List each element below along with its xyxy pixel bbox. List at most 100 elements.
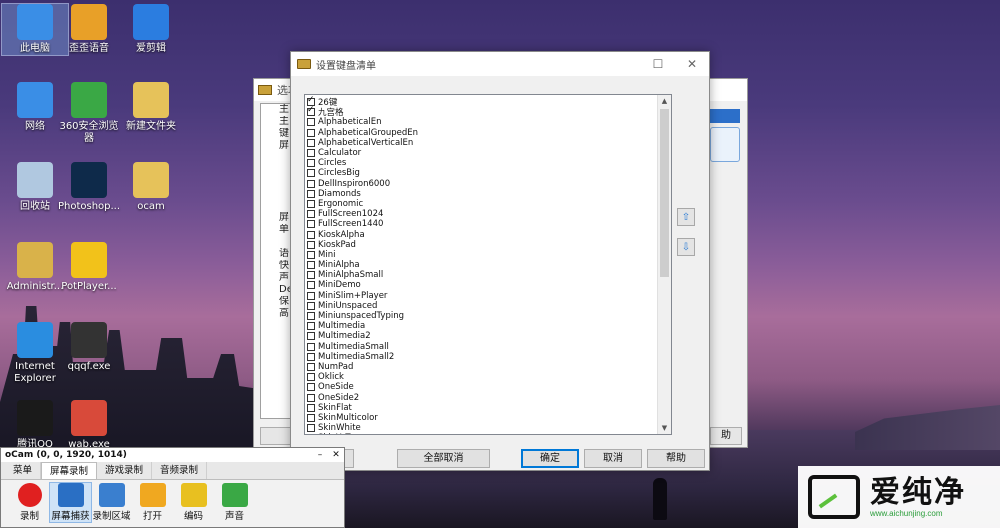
keyboard-list-item[interactable]: MiniunspacedTyping	[305, 311, 657, 321]
keyboard-list-item[interactable]: MiniSlim+Player	[305, 291, 657, 301]
checkbox[interactable]	[307, 393, 315, 402]
keyboard-list-item[interactable]: AlphabeticalVerticalEn	[305, 138, 657, 148]
move-down-button[interactable]: ⇩	[677, 238, 695, 256]
desktop-icon[interactable]: Photoshop...	[56, 162, 122, 213]
keyboard-list-item[interactable]: MultimediaSmall2	[305, 352, 657, 362]
keyboard-list-item[interactable]: MiniAlphaSmall	[305, 270, 657, 280]
keyboard-list-item[interactable]: OneSide2	[305, 392, 657, 403]
scroll-thumb[interactable]	[660, 109, 669, 277]
keyboard-list-item[interactable]: Multimedia	[305, 321, 657, 331]
move-up-button[interactable]: ⇧	[677, 208, 695, 226]
checkbox[interactable]	[307, 128, 315, 137]
checkbox[interactable]	[307, 230, 315, 239]
keyboard-list-item[interactable]: KioskAlpha	[305, 229, 657, 240]
ocam-tool-button[interactable]: 屏幕捕获	[49, 482, 92, 523]
checkbox[interactable]	[307, 199, 315, 208]
checkbox[interactable]	[307, 149, 315, 158]
keyboard-list-item[interactable]: CirclesBig	[305, 168, 657, 178]
checkbox[interactable]	[307, 342, 315, 351]
keyboard-list-item[interactable]: SkinYoTo	[305, 433, 657, 435]
keyboard-list-item[interactable]: DellInspiron6000	[305, 179, 657, 189]
listbox-scrollbar[interactable]: ▲ ▼	[657, 95, 671, 434]
checkbox[interactable]	[307, 250, 315, 259]
checkbox[interactable]	[307, 105, 315, 117]
keyboard-list-item[interactable]: Mini	[305, 250, 657, 260]
keyboard-list-item[interactable]: MiniDemo	[305, 280, 657, 290]
options-help-button[interactable]: 助	[710, 427, 742, 445]
checkbox[interactable]	[307, 261, 315, 270]
keyboard-listbox[interactable]: 26键九宫格AlphabeticalEnAlphabeticalGroupedE…	[304, 94, 672, 435]
checkbox[interactable]	[307, 189, 315, 198]
checkbox[interactable]	[307, 159, 315, 168]
keyboard-list-item[interactable]: AlphabeticalEn	[305, 117, 657, 127]
scroll-up-icon[interactable]: ▲	[658, 95, 671, 107]
options-right-panel[interactable]	[710, 127, 740, 162]
checkbox[interactable]	[307, 271, 315, 280]
keyboard-list-item[interactable]: KioskPad	[305, 240, 657, 250]
maximize-button[interactable]: ☐	[641, 57, 675, 71]
checkbox[interactable]	[307, 240, 315, 249]
checkbox[interactable]	[307, 169, 315, 178]
keyboard-list-item[interactable]: FullScreen1440	[305, 219, 657, 229]
checkbox[interactable]	[307, 301, 315, 310]
ocam-tool-button[interactable]: 编码	[173, 483, 214, 522]
keyboard-list-item[interactable]: SkinWhite	[305, 423, 657, 433]
keyboard-list-item[interactable]: Oklick	[305, 372, 657, 382]
keyboard-list-item[interactable]: Ergonomic	[305, 199, 657, 209]
keyboard-list-item[interactable]: 九宫格	[305, 105, 657, 118]
checkbox[interactable]	[307, 220, 315, 229]
ocam-tool-button[interactable]: 打开	[132, 483, 173, 522]
ocam-tool-button[interactable]: 录制	[9, 483, 50, 522]
ocam-tab[interactable]: 屏幕录制	[41, 462, 98, 479]
checkbox[interactable]	[307, 434, 315, 435]
checkbox[interactable]	[307, 352, 315, 361]
keyboard-list-item[interactable]: NumPad	[305, 362, 657, 372]
checkbox[interactable]	[307, 424, 315, 433]
checkbox[interactable]	[307, 413, 315, 422]
deselect-all-button[interactable]: 全部取消	[397, 449, 490, 468]
cancel-button[interactable]: 取消	[584, 449, 642, 468]
desktop-icon[interactable]: 爱剪辑	[118, 4, 184, 55]
checkbox[interactable]	[307, 362, 315, 371]
desktop-icon[interactable]: qqqf.exe	[56, 322, 122, 373]
checkbox[interactable]	[307, 312, 315, 321]
ocam-tab[interactable]: 菜单	[5, 462, 42, 479]
checkbox[interactable]	[307, 138, 315, 147]
keyboard-list-item[interactable]: Diamonds	[305, 189, 657, 199]
checkbox[interactable]	[307, 332, 315, 341]
ok-button[interactable]: 确定	[521, 449, 579, 468]
checkbox[interactable]	[307, 403, 315, 412]
checkbox[interactable]	[307, 281, 315, 290]
keyboard-list-item[interactable]: Circles	[305, 158, 657, 168]
desktop-icon[interactable]: PotPlayer...	[56, 242, 122, 293]
desktop-icon[interactable]: 360安全浏览器	[56, 82, 122, 145]
close-button[interactable]: ✕	[675, 57, 709, 71]
checkbox[interactable]	[307, 383, 315, 392]
ocam-tab[interactable]: 音频录制	[152, 462, 208, 479]
ocam-tool-button[interactable]: 声音	[214, 483, 255, 522]
checkbox[interactable]	[307, 210, 315, 219]
ocam-minimize-icon[interactable]: –	[312, 448, 328, 462]
keyboard-list-item[interactable]: Calculator	[305, 148, 657, 158]
keyboard-list-item[interactable]: Multimedia2	[305, 331, 657, 341]
keyboard-list-item[interactable]: OneSide	[305, 382, 657, 392]
keyboard-list-item[interactable]: FullScreen1024	[305, 209, 657, 219]
scroll-down-icon[interactable]: ▼	[658, 422, 671, 434]
checkbox[interactable]	[307, 373, 315, 382]
ocam-tool-button[interactable]: 录制区域	[91, 483, 132, 522]
keyboard-list-item[interactable]: SkinFlat	[305, 403, 657, 413]
keyboard-list-item[interactable]: MultimediaSmall	[305, 342, 657, 352]
help-button[interactable]: 帮助	[647, 449, 705, 468]
checkbox[interactable]	[307, 291, 315, 300]
keyboard-list-item[interactable]: MiniAlpha	[305, 260, 657, 270]
ocam-tab[interactable]: 游戏录制	[97, 462, 153, 479]
checkbox[interactable]	[307, 179, 315, 188]
keyboard-list-item[interactable]: SkinMulticolor	[305, 413, 657, 423]
ocam-close-icon[interactable]: ✕	[328, 448, 344, 462]
keyboard-list-item[interactable]: MiniUnspaced	[305, 301, 657, 311]
checkbox[interactable]	[307, 118, 315, 127]
desktop-icon[interactable]: ocam	[118, 162, 184, 213]
checkbox[interactable]	[307, 322, 315, 331]
options-button-left[interactable]	[260, 427, 292, 445]
desktop-icon[interactable]: 新建文件夹	[118, 82, 184, 133]
